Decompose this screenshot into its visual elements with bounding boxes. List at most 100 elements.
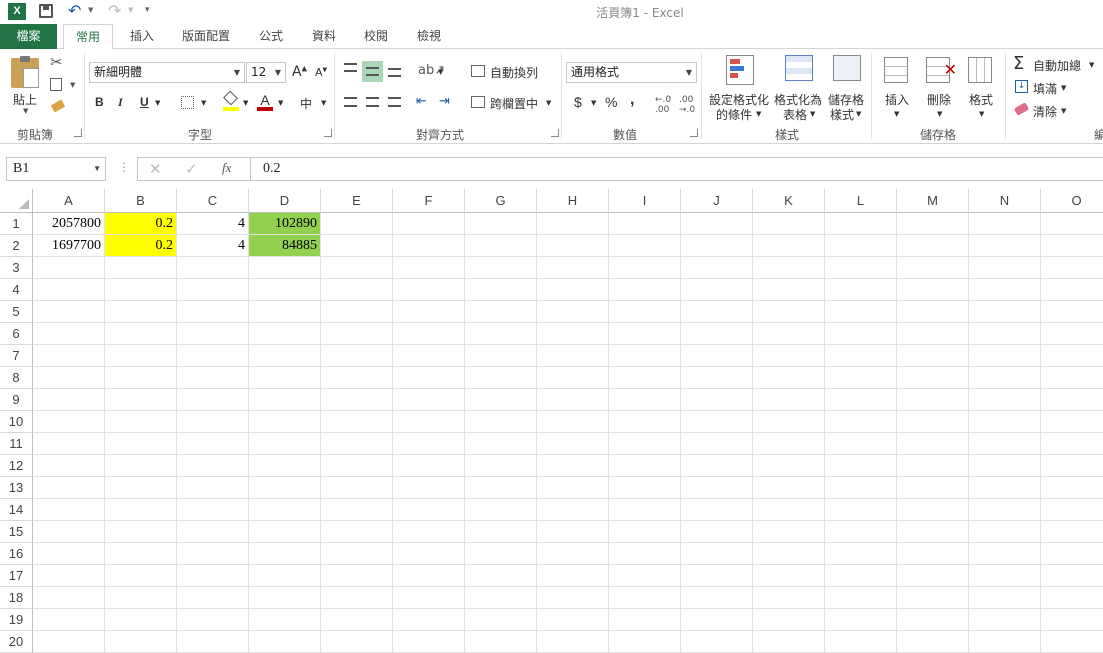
cell-c6[interactable] — [177, 323, 249, 345]
row-header-6[interactable]: 6 — [0, 323, 33, 345]
cell-f6[interactable] — [393, 323, 465, 345]
cell-f1[interactable] — [393, 213, 465, 235]
insert-cells-button[interactable]: 插入 — [885, 91, 909, 108]
cell-d13[interactable] — [249, 477, 321, 499]
cell-e8[interactable] — [321, 367, 393, 389]
insert-cells-icon[interactable] — [884, 57, 908, 83]
decrease-decimal-icon[interactable]: .00 →.0 — [679, 95, 695, 115]
underline-button[interactable]: U — [140, 95, 149, 109]
cell-d5[interactable] — [249, 301, 321, 323]
phonetic-dropdown-icon[interactable]: ▼ — [321, 99, 326, 107]
formula-input[interactable]: 0.2 — [250, 157, 1103, 181]
cell-a9[interactable] — [33, 389, 105, 411]
delete-cells-button[interactable]: 刪除 — [927, 91, 951, 108]
cell-n2[interactable] — [969, 235, 1041, 257]
cell-c3[interactable] — [177, 257, 249, 279]
grow-font-icon[interactable]: A▲ — [292, 64, 307, 80]
cell-l4[interactable] — [825, 279, 897, 301]
delete-cells-icon[interactable]: ✕ — [926, 57, 957, 83]
merge-dropdown-icon[interactable]: ▼ — [546, 99, 551, 107]
cell-d18[interactable] — [249, 587, 321, 609]
select-all-corner[interactable] — [0, 189, 33, 213]
cell-n8[interactable] — [969, 367, 1041, 389]
cell-l11[interactable] — [825, 433, 897, 455]
customize-qat-icon[interactable]: ▾ — [145, 5, 150, 15]
merge-center-button[interactable]: 跨欄置中 — [490, 95, 538, 112]
cell-f10[interactable] — [393, 411, 465, 433]
row-header-10[interactable]: 10 — [0, 411, 33, 433]
cell-b18[interactable] — [105, 587, 177, 609]
cell-l19[interactable] — [825, 609, 897, 631]
cell-i7[interactable] — [609, 345, 681, 367]
cell-k7[interactable] — [753, 345, 825, 367]
cell-f7[interactable] — [393, 345, 465, 367]
cell-j8[interactable] — [681, 367, 753, 389]
cell-k1[interactable] — [753, 213, 825, 235]
cell-h2[interactable] — [537, 235, 609, 257]
cell-e2[interactable] — [321, 235, 393, 257]
cell-j16[interactable] — [681, 543, 753, 565]
cell-e15[interactable] — [321, 521, 393, 543]
cell-n6[interactable] — [969, 323, 1041, 345]
font-color-dropdown-icon[interactable]: ▼ — [278, 99, 283, 107]
cell-f3[interactable] — [393, 257, 465, 279]
cell-g6[interactable] — [465, 323, 537, 345]
cell-l9[interactable] — [825, 389, 897, 411]
cell-b10[interactable] — [105, 411, 177, 433]
cell-i9[interactable] — [609, 389, 681, 411]
cell-c16[interactable] — [177, 543, 249, 565]
cell-n7[interactable] — [969, 345, 1041, 367]
cancel-entry-icon[interactable]: ✕ — [149, 160, 162, 178]
cell-l20[interactable] — [825, 631, 897, 653]
cell-m5[interactable] — [897, 301, 969, 323]
bold-button[interactable]: B — [95, 95, 104, 109]
cell-b20[interactable] — [105, 631, 177, 653]
cell-d8[interactable] — [249, 367, 321, 389]
cell-l14[interactable] — [825, 499, 897, 521]
align-top-icon[interactable] — [344, 63, 357, 72]
cell-o7[interactable] — [1041, 345, 1103, 367]
fill-color-dropdown-icon[interactable]: ▼ — [243, 99, 248, 107]
cell-k4[interactable] — [753, 279, 825, 301]
cell-d19[interactable] — [249, 609, 321, 631]
cell-n9[interactable] — [969, 389, 1041, 411]
cell-l1[interactable] — [825, 213, 897, 235]
cell-j12[interactable] — [681, 455, 753, 477]
row-header-7[interactable]: 7 — [0, 345, 33, 367]
fill-button[interactable]: 填滿 — [1033, 80, 1057, 97]
cell-h5[interactable] — [537, 301, 609, 323]
cell-i6[interactable] — [609, 323, 681, 345]
cell-a19[interactable] — [33, 609, 105, 631]
cell-i12[interactable] — [609, 455, 681, 477]
cell-c4[interactable] — [177, 279, 249, 301]
cell-k11[interactable] — [753, 433, 825, 455]
cell-c10[interactable] — [177, 411, 249, 433]
cell-h9[interactable] — [537, 389, 609, 411]
cell-j4[interactable] — [681, 279, 753, 301]
tab-view[interactable]: 檢視 — [407, 24, 451, 49]
cell-m11[interactable] — [897, 433, 969, 455]
cell-j5[interactable] — [681, 301, 753, 323]
cell-n12[interactable] — [969, 455, 1041, 477]
cell-g7[interactable] — [465, 345, 537, 367]
cell-e1[interactable] — [321, 213, 393, 235]
cell-k20[interactable] — [753, 631, 825, 653]
cell-d15[interactable] — [249, 521, 321, 543]
row-header-2[interactable]: 2 — [0, 235, 33, 257]
row-header-16[interactable]: 16 — [0, 543, 33, 565]
cell-n10[interactable] — [969, 411, 1041, 433]
cell-k8[interactable] — [753, 367, 825, 389]
cell-j14[interactable] — [681, 499, 753, 521]
cell-h16[interactable] — [537, 543, 609, 565]
cell-d20[interactable] — [249, 631, 321, 653]
cell-m16[interactable] — [897, 543, 969, 565]
copy-icon[interactable] — [50, 78, 62, 91]
cell-j3[interactable] — [681, 257, 753, 279]
cell-f5[interactable] — [393, 301, 465, 323]
cell-l16[interactable] — [825, 543, 897, 565]
cell-f12[interactable] — [393, 455, 465, 477]
cell-m20[interactable] — [897, 631, 969, 653]
cell-b13[interactable] — [105, 477, 177, 499]
cell-n19[interactable] — [969, 609, 1041, 631]
column-header-c[interactable]: C — [177, 189, 249, 213]
